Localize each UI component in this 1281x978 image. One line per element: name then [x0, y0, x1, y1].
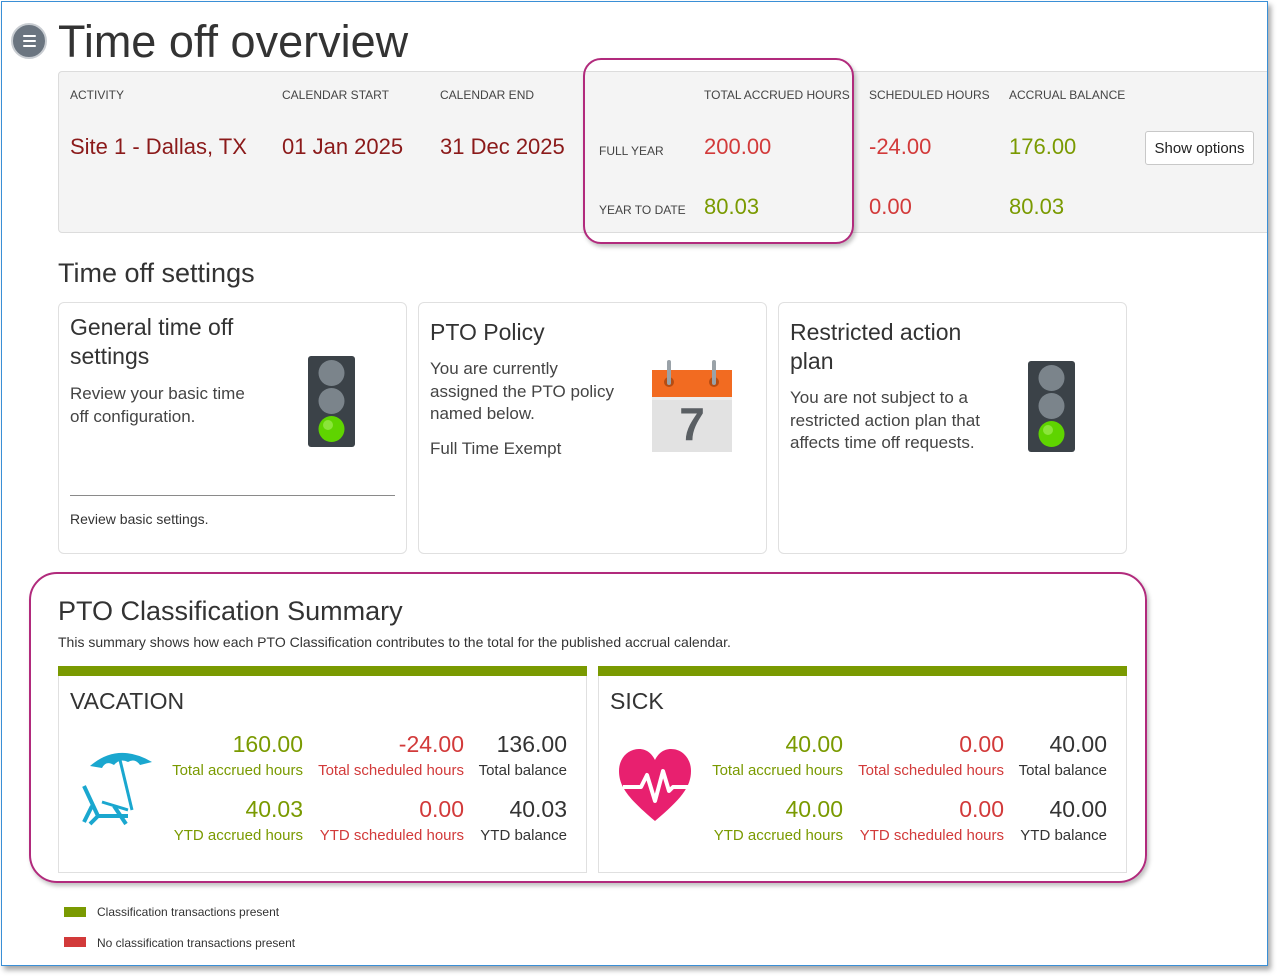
restricted-action-description: You are not subject to a restricted acti… [790, 388, 980, 452]
full-year-scheduled: -24.00 [869, 134, 932, 159]
full-year-balance: 176.00 [1009, 134, 1077, 159]
accrued-hours-highlight [583, 58, 854, 244]
pto-policy-description: You are currently assigned the PTO polic… [430, 359, 614, 423]
calendar-day: 7 [679, 398, 705, 450]
traffic-light-green-icon [1028, 361, 1075, 452]
scheduled-hours-header: SCHEDULED HOURS [869, 88, 990, 102]
menu-icon [23, 35, 36, 37]
pto-policy-name: Full Time Exempt [430, 439, 562, 458]
calendar-start-value: 01 Jan 2025 [282, 134, 404, 159]
activity-value: Site 1 - Dallas, TX [70, 134, 247, 159]
ytd-scheduled: 0.00 [869, 194, 912, 219]
general-settings-description: Review your basic time off configuration… [70, 384, 245, 426]
general-settings-title: General time off settings [70, 314, 234, 369]
review-basic-settings-link[interactable]: Review basic settings. [70, 511, 209, 527]
calendar-icon: 7 [652, 360, 733, 453]
ytd-balance: 80.03 [1009, 194, 1065, 219]
menu-icon-line [23, 45, 36, 47]
card-divider [70, 495, 395, 496]
pto-summary-highlight [29, 572, 1147, 883]
settings-section-title: Time off settings [58, 258, 255, 288]
legend-present-label: Classification transactions present [97, 905, 280, 919]
accrual-balance-header: ACCRUAL BALANCE [1009, 88, 1126, 102]
legend-absent-swatch [64, 937, 86, 947]
traffic-light-green-icon [308, 356, 355, 447]
calendar-start-header: CALENDAR START [282, 88, 389, 102]
page-title: Time off overview [58, 16, 409, 67]
app-window: Time off overview ACTIVITY CALENDAR STAR… [1, 1, 1268, 966]
menu-icon-line [23, 40, 36, 42]
restricted-action-title: Restricted action plan [790, 319, 962, 374]
calendar-end-value: 31 Dec 2025 [440, 134, 565, 159]
menu-button[interactable] [11, 23, 47, 59]
pto-policy-title: PTO Policy [430, 319, 545, 345]
activity-header: ACTIVITY [70, 88, 125, 102]
show-options-button[interactable]: Show options [1145, 131, 1254, 165]
legend-absent-label: No classification transactions present [97, 936, 296, 950]
legend-present-swatch [64, 907, 86, 917]
calendar-end-header: CALENDAR END [440, 88, 535, 102]
